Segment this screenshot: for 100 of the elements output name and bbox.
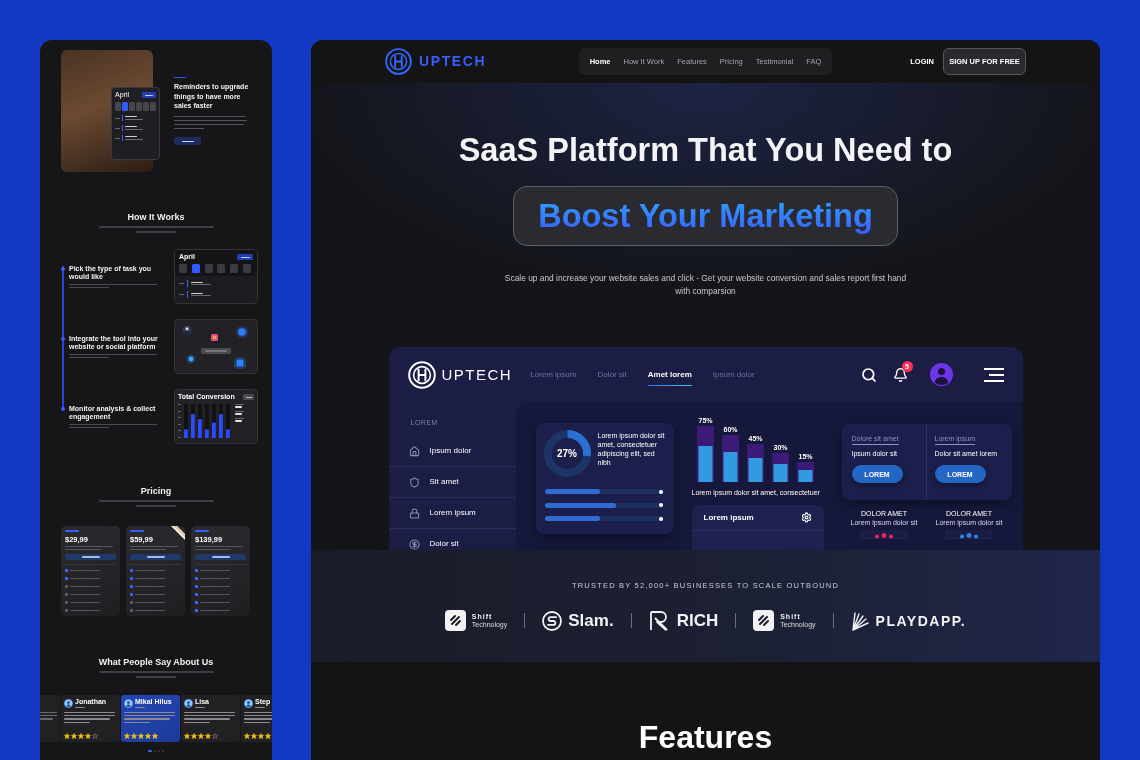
blurred-text-line [195,530,209,532]
blurred-text-line [255,707,265,708]
chart-bar [796,462,814,482]
blurred-text-line [146,556,165,558]
lock-icon [408,507,420,519]
square-app-icon [234,357,246,369]
calendar-button[interactable] [237,254,253,260]
shield-icon [408,476,420,488]
blurred-text-line [181,140,194,142]
avatar-icon [244,698,253,708]
dashboard-tab[interactable]: Dolor sit [597,363,627,386]
event-marker-icon [187,291,188,298]
avatar-icon[interactable] [929,363,953,386]
company-name: Slam. [568,610,614,631]
conversion-bar [212,404,216,438]
sidebar-item[interactable]: Ipsum dolor [388,436,516,467]
logo-icon [407,360,436,389]
section-heading: Features [638,718,773,757]
day-chip[interactable] [217,264,226,273]
plan-button[interactable] [130,553,181,560]
day-chip[interactable] [230,264,239,273]
brand-name: UPTECH [441,365,513,384]
sidebar-item[interactable]: Lorem ipsum [388,498,516,529]
blurred-text-line [245,396,252,398]
blurred-text-line [195,707,205,708]
striped-square-icon [444,610,466,631]
blurred-text-line [69,427,109,429]
event-marker-icon [122,125,123,131]
chart-bar [746,444,764,482]
blurred-text-line [136,231,176,233]
blurred-text-line [81,556,100,558]
home-icon [408,445,420,457]
settings-icon[interactable] [800,512,812,523]
blurred-text-line [135,585,165,588]
panel-title: Lorem ipsum [703,512,754,523]
conversion-bar [219,404,223,438]
conversion-bar [198,404,202,438]
blurred-text-line [200,601,230,604]
blurred-text-line [200,577,230,580]
blurred-text-line [75,707,85,708]
day-chip[interactable] [204,264,213,273]
avatar-icon [124,698,133,708]
blurred-text-line [135,601,165,604]
hero-title: SaaS Platform That You Need to [458,131,953,169]
plan-button[interactable] [65,553,116,560]
blurred-text-line [70,569,100,572]
company-name: PLAYDAPP. [875,611,967,630]
blurred-text-line [200,585,230,588]
blurred-text-line [70,601,100,604]
blurred-text-line [135,609,165,612]
blurred-text-line [211,556,230,558]
calendar-button[interactable] [142,92,156,98]
search-icon[interactable] [860,366,877,383]
round-app-icon [236,326,248,338]
event-marker-icon [122,115,123,121]
blurred-text-line [135,593,165,596]
conversion-bar [191,404,195,438]
company-name: RICH [676,610,719,631]
dashboard-tab[interactable]: Amet lorem [647,363,692,386]
blurred-text-line [135,577,165,580]
blurred-text-line [70,585,100,588]
dashboard-tab[interactable]: Lorem ipsum [530,363,577,386]
plan-button[interactable] [195,553,246,560]
avatar-icon [64,698,73,708]
striped-square-icon [753,610,775,631]
blurred-text-line [70,593,100,596]
blurred-text-line [174,76,186,79]
sidebar-item[interactable]: Sit amet [388,467,516,498]
chart-bar [696,426,714,482]
blurred-text-line [200,593,230,596]
menu-icon[interactable] [983,367,1004,382]
section-heading: How It Works [127,212,185,222]
logo-icon [385,48,412,75]
label-chip [201,348,231,354]
brand-name: UPTECH [419,53,487,70]
blurred-text-line [136,505,176,507]
blurred-text-line [130,530,144,532]
section-heading: What People Say About Us [98,657,214,667]
blurred-text-line [135,569,165,572]
bell-icon[interactable] [892,366,908,383]
circle-s-icon [542,610,563,631]
day-chip[interactable] [191,264,200,273]
blurred-text-line [69,287,109,289]
cta-button[interactable] [174,137,201,146]
chart-filter-button[interactable] [243,394,254,400]
hero-subtitle: Scale up and increase your website sales and click - Get your website conversion and sales report first hand with comparsion [503,272,908,298]
gauge-percent: 27% [557,447,577,460]
blurred-text-line [200,569,230,572]
chart-bar [771,453,789,482]
person-avatar-icon [182,325,192,335]
blurred-text-line [69,357,109,359]
blurred-text-line [240,256,250,258]
day-chip[interactable] [122,102,128,111]
section-heading: Pricing [140,486,172,496]
dashboard-tab[interactable]: Ipsum dolor [712,363,755,386]
blurred-text-line [70,577,100,580]
blurred-text-line [145,94,153,96]
chart-bar [721,435,739,482]
blurred-text-line [200,609,230,612]
gradient-app-icon [211,334,218,341]
